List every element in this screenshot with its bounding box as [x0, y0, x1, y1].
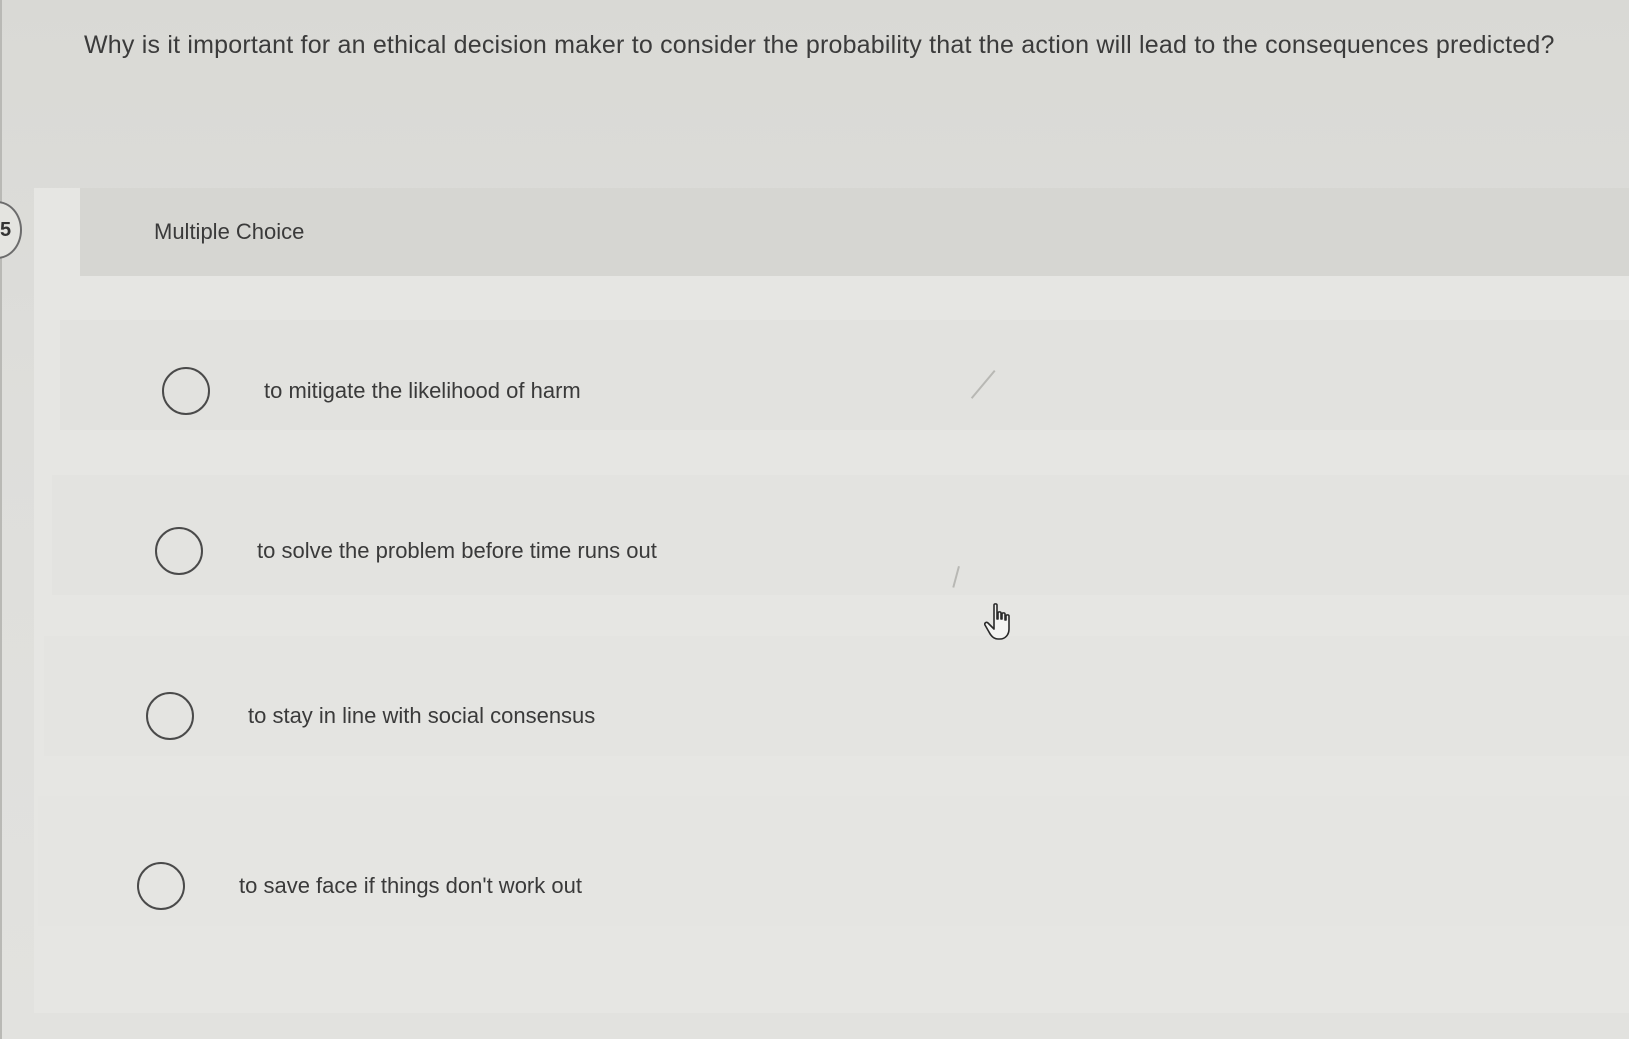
quiz-page: 5 Why is it important for an ethical dec…: [0, 0, 1629, 1039]
answer-option-b[interactable]: to solve the problem before time runs ou…: [155, 527, 657, 575]
question-number-badge: 5: [0, 201, 22, 259]
radio-button[interactable]: [146, 692, 194, 740]
option-label: to solve the problem before time runs ou…: [257, 538, 657, 563]
answer-option-d[interactable]: to save face if things don't work out: [137, 862, 582, 910]
question-number: 5: [0, 219, 12, 241]
left-border: [0, 0, 2, 1039]
question-prompt: Why is it important for an ethical decis…: [84, 31, 1555, 59]
radio-button[interactable]: [137, 862, 185, 910]
answer-option-c[interactable]: to stay in line with social consensus: [146, 692, 595, 740]
radio-button[interactable]: [155, 527, 203, 575]
answer-option-a[interactable]: to mitigate the likelihood of harm: [162, 367, 581, 415]
option-label: to stay in line with social consensus: [248, 703, 596, 728]
option-label: to mitigate the likelihood of harm: [264, 378, 581, 403]
multiple-choice-header: [80, 188, 1629, 276]
multiple-choice-label: Multiple Choice: [154, 219, 305, 244]
radio-button[interactable]: [162, 367, 210, 415]
option-label: to save face if things don't work out: [239, 873, 582, 898]
hand-pointer-icon: [984, 603, 1010, 640]
